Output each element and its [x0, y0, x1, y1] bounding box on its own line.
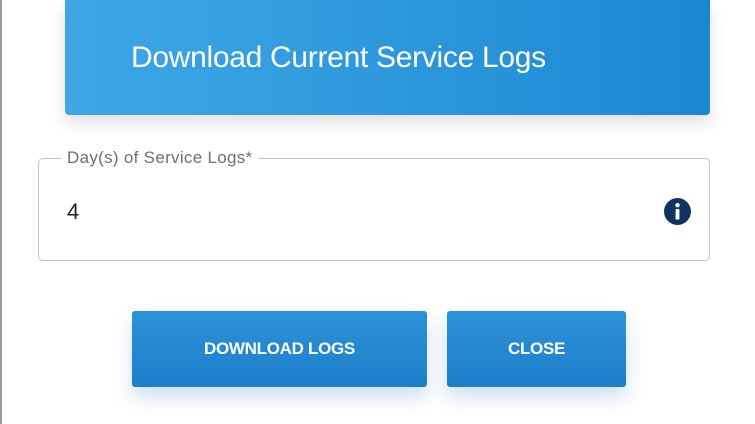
dialog-header: Download Current Service Logs: [65, 0, 710, 115]
info-icon[interactable]: [664, 198, 691, 225]
days-of-service-logs-field[interactable]: Day(s) of Service Logs* 4: [38, 148, 710, 261]
download-logs-dialog: Download Current Service Logs Day(s) of …: [0, 0, 755, 424]
days-field-label: Day(s) of Service Logs*: [61, 148, 259, 168]
close-button[interactable]: CLOSE: [447, 311, 626, 387]
days-field-value[interactable]: 4: [67, 199, 79, 225]
dialog-title: Download Current Service Logs: [131, 40, 546, 74]
download-logs-button[interactable]: DOWNLOAD LOGS: [132, 311, 427, 387]
